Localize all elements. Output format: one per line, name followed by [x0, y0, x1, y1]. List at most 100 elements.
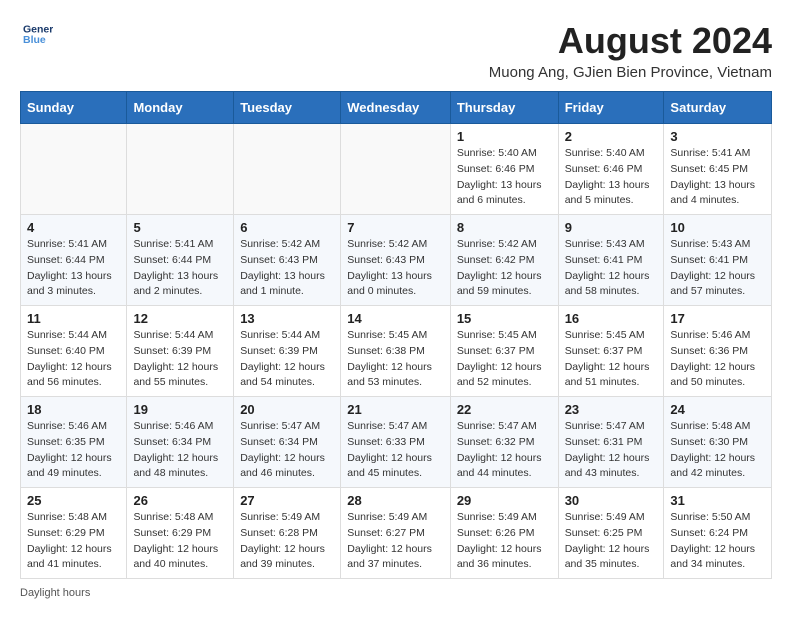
calendar-cell	[341, 124, 451, 215]
calendar-week-3: 11 Sunrise: 5:44 AM Sunset: 6:40 PM Dayli…	[21, 306, 772, 397]
page-subtitle: Muong Ang, GJien Bien Province, Vietnam	[489, 64, 772, 81]
calendar-week-1: 1 Sunrise: 5:40 AM Sunset: 6:46 PM Daylig…	[21, 124, 772, 215]
day-info: Sunrise: 5:40 AM Sunset: 6:46 PM Dayligh…	[457, 146, 552, 209]
day-number: 7	[347, 220, 444, 235]
calendar-cell: 24 Sunrise: 5:48 AM Sunset: 6:30 PM Dayli…	[664, 397, 772, 488]
day-number: 15	[457, 311, 552, 326]
calendar-body: 1 Sunrise: 5:40 AM Sunset: 6:46 PM Daylig…	[21, 124, 772, 579]
day-info: Sunrise: 5:44 AM Sunset: 6:39 PM Dayligh…	[240, 328, 334, 391]
day-info: Sunrise: 5:42 AM Sunset: 6:43 PM Dayligh…	[240, 237, 334, 300]
day-number: 27	[240, 493, 334, 508]
column-header-friday: Friday	[558, 92, 664, 124]
day-info: Sunrise: 5:50 AM Sunset: 6:24 PM Dayligh…	[670, 510, 765, 573]
day-info: Sunrise: 5:48 AM Sunset: 6:30 PM Dayligh…	[670, 419, 765, 482]
calendar-cell: 31Sunrise: 5:50 AM Sunset: 6:24 PM Dayli…	[664, 488, 772, 579]
calendar-cell: 7Sunrise: 5:42 AM Sunset: 6:43 PM Daylig…	[341, 215, 451, 306]
day-number: 24	[670, 402, 765, 417]
day-info: Sunrise: 5:46 AM Sunset: 6:36 PM Dayligh…	[670, 328, 765, 391]
calendar-cell: 17 Sunrise: 5:46 AM Sunset: 6:36 PM Dayli…	[664, 306, 772, 397]
column-header-tuesday: Tuesday	[234, 92, 341, 124]
calendar-cell: 23 Sunrise: 5:47 AM Sunset: 6:31 PM Dayli…	[558, 397, 664, 488]
day-number: 29	[457, 493, 552, 508]
day-number: 9	[565, 220, 658, 235]
day-info: Sunrise: 5:45 AM Sunset: 6:37 PM Dayligh…	[457, 328, 552, 391]
day-number: 30	[565, 493, 658, 508]
day-number: 2	[565, 129, 658, 144]
day-info: Sunrise: 5:44 AM Sunset: 6:40 PM Dayligh…	[27, 328, 120, 391]
day-number: 11	[27, 311, 120, 326]
day-number: 8	[457, 220, 552, 235]
day-number: 23	[565, 402, 658, 417]
calendar-week-5: 25 Sunrise: 5:48 AM Sunset: 6:29 PM Dayli…	[21, 488, 772, 579]
day-info: Sunrise: 5:41 AM Sunset: 6:44 PM Dayligh…	[133, 237, 227, 300]
logo: General Blue	[20, 20, 53, 55]
column-header-saturday: Saturday	[664, 92, 772, 124]
column-header-thursday: Thursday	[450, 92, 558, 124]
day-info: Sunrise: 5:46 AM Sunset: 6:34 PM Dayligh…	[133, 419, 227, 482]
footer-note: Daylight hours	[20, 587, 772, 599]
day-number: 6	[240, 220, 334, 235]
day-info: Sunrise: 5:45 AM Sunset: 6:37 PM Dayligh…	[565, 328, 658, 391]
day-number: 10	[670, 220, 765, 235]
column-header-wednesday: Wednesday	[341, 92, 451, 124]
calendar-cell: 6 Sunrise: 5:42 AM Sunset: 6:43 PM Daylig…	[234, 215, 341, 306]
calendar-cell: 9Sunrise: 5:43 AM Sunset: 6:41 PM Daylig…	[558, 215, 664, 306]
day-info: Sunrise: 5:47 AM Sunset: 6:34 PM Dayligh…	[240, 419, 334, 482]
calendar-cell	[21, 124, 127, 215]
day-info: Sunrise: 5:46 AM Sunset: 6:35 PM Dayligh…	[27, 419, 120, 482]
calendar-cell: 5 Sunrise: 5:41 AM Sunset: 6:44 PM Daylig…	[127, 215, 234, 306]
calendar-header-row: SundayMondayTuesdayWednesdayThursdayFrid…	[21, 92, 772, 124]
calendar-cell: 4Sunrise: 5:41 AM Sunset: 6:44 PM Daylig…	[21, 215, 127, 306]
day-number: 26	[133, 493, 227, 508]
day-number: 3	[670, 129, 765, 144]
day-number: 14	[347, 311, 444, 326]
day-number: 5	[133, 220, 227, 235]
day-number: 22	[457, 402, 552, 417]
day-number: 17	[670, 311, 765, 326]
day-number: 18	[27, 402, 120, 417]
calendar-cell: 8Sunrise: 5:42 AM Sunset: 6:42 PM Daylig…	[450, 215, 558, 306]
day-number: 20	[240, 402, 334, 417]
calendar-cell: 13Sunrise: 5:44 AM Sunset: 6:39 PM Dayli…	[234, 306, 341, 397]
calendar-week-2: 4 Sunrise: 5:41 AM Sunset: 6:44 PM Daylig…	[21, 215, 772, 306]
calendar-cell	[127, 124, 234, 215]
day-info: Sunrise: 5:48 AM Sunset: 6:29 PM Dayligh…	[133, 510, 227, 573]
day-number: 25	[27, 493, 120, 508]
calendar-cell: 16 Sunrise: 5:45 AM Sunset: 6:37 PM Dayli…	[558, 306, 664, 397]
svg-text:Blue: Blue	[23, 34, 46, 46]
day-info: Sunrise: 5:41 AM Sunset: 6:45 PM Dayligh…	[670, 146, 765, 209]
calendar-table: SundayMondayTuesdayWednesdayThursdayFrid…	[20, 91, 772, 579]
calendar-cell: 25 Sunrise: 5:48 AM Sunset: 6:29 PM Dayli…	[21, 488, 127, 579]
calendar-cell: 21 Sunrise: 5:47 AM Sunset: 6:33 PM Dayli…	[341, 397, 451, 488]
calendar-cell	[234, 124, 341, 215]
day-number: 16	[565, 311, 658, 326]
calendar-cell: 1 Sunrise: 5:40 AM Sunset: 6:46 PM Daylig…	[450, 124, 558, 215]
day-info: Sunrise: 5:44 AM Sunset: 6:39 PM Dayligh…	[133, 328, 227, 391]
day-info: Sunrise: 5:47 AM Sunset: 6:33 PM Dayligh…	[347, 419, 444, 482]
calendar-cell: 11 Sunrise: 5:44 AM Sunset: 6:40 PM Dayli…	[21, 306, 127, 397]
day-info: Sunrise: 5:49 AM Sunset: 6:26 PM Dayligh…	[457, 510, 552, 573]
day-info: Sunrise: 5:49 AM Sunset: 6:25 PM Dayligh…	[565, 510, 658, 573]
day-info: Sunrise: 5:49 AM Sunset: 6:27 PM Dayligh…	[347, 510, 444, 573]
calendar-cell: 3 Sunrise: 5:41 AM Sunset: 6:45 PM Daylig…	[664, 124, 772, 215]
day-number: 19	[133, 402, 227, 417]
calendar-cell: 14 Sunrise: 5:45 AM Sunset: 6:38 PM Dayli…	[341, 306, 451, 397]
day-number: 1	[457, 129, 552, 144]
calendar-cell: 10 Sunrise: 5:43 AM Sunset: 6:41 PM Dayli…	[664, 215, 772, 306]
calendar-cell: 26 Sunrise: 5:48 AM Sunset: 6:29 PM Dayli…	[127, 488, 234, 579]
page-title: August 2024	[489, 20, 772, 62]
day-info: Sunrise: 5:45 AM Sunset: 6:38 PM Dayligh…	[347, 328, 444, 391]
column-header-monday: Monday	[127, 92, 234, 124]
day-info: Sunrise: 5:47 AM Sunset: 6:31 PM Dayligh…	[565, 419, 658, 482]
calendar-cell: 22Sunrise: 5:47 AM Sunset: 6:32 PM Dayli…	[450, 397, 558, 488]
calendar-cell: 12 Sunrise: 5:44 AM Sunset: 6:39 PM Dayli…	[127, 306, 234, 397]
title-area: August 2024 Muong Ang, GJien Bien Provin…	[489, 20, 772, 81]
day-info: Sunrise: 5:48 AM Sunset: 6:29 PM Dayligh…	[27, 510, 120, 573]
day-number: 28	[347, 493, 444, 508]
day-number: 12	[133, 311, 227, 326]
day-info: Sunrise: 5:40 AM Sunset: 6:46 PM Dayligh…	[565, 146, 658, 209]
day-number: 21	[347, 402, 444, 417]
column-header-sunday: Sunday	[21, 92, 127, 124]
day-number: 4	[27, 220, 120, 235]
day-info: Sunrise: 5:43 AM Sunset: 6:41 PM Dayligh…	[670, 237, 765, 300]
